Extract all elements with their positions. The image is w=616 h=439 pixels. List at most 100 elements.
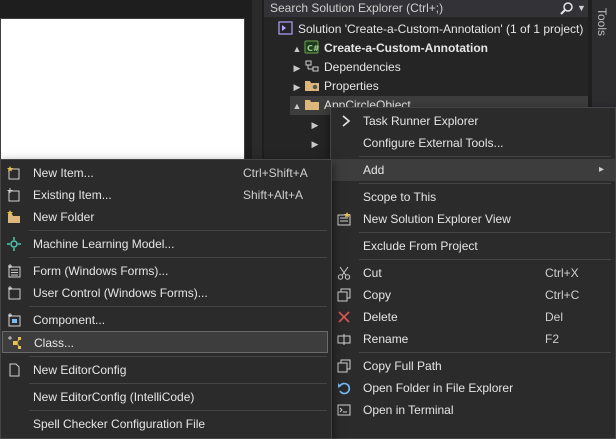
menu-item-label: Open Folder in File Explorer	[363, 381, 514, 395]
menu-item-label: Open in Terminal	[363, 403, 454, 417]
menu-item-shortcut: F2	[545, 332, 560, 346]
menu-item-label: New EditorConfig (IntelliCode)	[33, 390, 195, 404]
search-icon[interactable]	[560, 0, 574, 17]
menu-item-label: Class...	[34, 336, 75, 350]
editor-scrollbar[interactable]	[252, 0, 262, 160]
menu-item-label: Machine Learning Model...	[33, 237, 175, 251]
menu-item-shortcut: Shift+Alt+A	[243, 188, 304, 202]
submenu-arrow-icon: ▸	[599, 164, 605, 175]
solution-icon	[278, 21, 294, 35]
tree-node-properties[interactable]: ▶ Properties	[290, 77, 379, 96]
submenu-item-component[interactable]: Component...	[1, 309, 331, 331]
expander-icon[interactable]: ▶	[290, 78, 304, 97]
submenu-item-ml-model[interactable]: Machine Learning Model...	[1, 233, 331, 255]
menu-item-label: Rename	[363, 332, 409, 346]
menu-item-new-se-view[interactable]: New Solution Explorer View	[331, 208, 615, 230]
search-box[interactable]: Search Solution Explorer (Ctrl+;) ▼	[264, 0, 588, 17]
menu-item-scope-to-this[interactable]: Scope to This	[331, 186, 615, 208]
search-options-chevron-down-icon[interactable]: ▼	[577, 0, 586, 17]
menu-separator	[359, 259, 611, 260]
add-submenu: New Item... Ctrl+Shift+A Existing Item..…	[0, 159, 332, 439]
menu-item-label: Existing Item...	[33, 188, 112, 202]
submenu-item-form[interactable]: Form (Windows Forms)...	[1, 260, 331, 282]
menu-item-label: Delete	[363, 310, 398, 324]
menu-item-label: New EditorConfig	[33, 363, 127, 377]
menu-item-open-terminal[interactable]: Open in Terminal	[331, 399, 615, 421]
menu-item-shortcut: Ctrl+X	[545, 266, 579, 280]
submenu-item-user-control[interactable]: User Control (Windows Forms)...	[1, 282, 331, 304]
csharp-project-icon: C#	[304, 40, 320, 54]
menu-item-delete[interactable]: Delete Del	[331, 306, 615, 328]
tree-node-label: Properties	[324, 79, 379, 93]
folder-icon	[304, 97, 320, 111]
editor-document[interactable]	[0, 18, 245, 170]
menu-item-shortcut: Del	[545, 310, 564, 324]
tree-node-label: Solution 'Create-a-Custom-Annotation' (1…	[298, 22, 584, 36]
menu-item-exclude[interactable]: Exclude From Project	[331, 235, 615, 257]
menu-item-label: New Item...	[33, 166, 94, 180]
tree-node-collapsed[interactable]: ▶	[308, 134, 322, 153]
menu-separator	[29, 306, 327, 307]
menu-item-open-folder[interactable]: Open Folder in File Explorer	[331, 377, 615, 399]
menu-item-copy[interactable]: Copy Ctrl+C	[331, 284, 615, 306]
submenu-item-new-editorconfig-intellicode[interactable]: New EditorConfig (IntelliCode)	[1, 386, 331, 408]
submenu-item-new-item[interactable]: New Item... Ctrl+Shift+A	[1, 162, 331, 184]
new-folder-icon	[7, 210, 21, 224]
submenu-item-spell-checker[interactable]: Spell Checker Configuration File	[1, 413, 331, 435]
rename-icon	[337, 332, 351, 346]
tree-node-label: Dependencies	[324, 60, 401, 74]
submenu-item-new-editorconfig[interactable]: New EditorConfig	[1, 359, 331, 381]
menu-item-label: New Folder	[33, 210, 95, 224]
tree-node-project[interactable]: ▲ C# Create-a-Custom-Annotation	[290, 39, 488, 58]
menu-separator	[29, 410, 327, 411]
user-control-icon	[7, 286, 21, 300]
menu-item-label: Configure External Tools...	[363, 136, 504, 150]
menu-item-label: Scope to This	[363, 190, 437, 204]
menu-item-rename[interactable]: Rename F2	[331, 328, 615, 350]
expander-icon[interactable]: ▶	[308, 116, 322, 135]
expander-icon[interactable]: ▲	[290, 40, 304, 59]
menu-item-label: User Control (Windows Forms)...	[33, 286, 208, 300]
copy-icon	[337, 288, 351, 302]
menu-separator	[29, 257, 327, 258]
expander-icon[interactable]: ▶	[290, 59, 304, 78]
tree-node-solution[interactable]: Solution 'Create-a-Custom-Annotation' (1…	[278, 20, 583, 39]
submenu-item-class[interactable]: Class...	[2, 331, 328, 353]
tree-node-label: Create-a-Custom-Annotation	[324, 41, 488, 55]
menu-item-label: Spell Checker Configuration File	[33, 417, 206, 431]
expander-icon[interactable]: ▲	[290, 97, 304, 116]
component-icon	[7, 313, 21, 327]
menu-item-label: Copy	[363, 288, 392, 302]
expander-icon[interactable]: ▶	[308, 135, 322, 154]
ml-model-icon	[7, 237, 21, 251]
menu-item-shortcut: Ctrl+Shift+A	[243, 166, 308, 180]
menu-item-task-runner[interactable]: Task Runner Explorer	[331, 110, 615, 132]
menu-item-copy-full-path[interactable]: Copy Full Path	[331, 355, 615, 377]
menu-separator	[359, 352, 611, 353]
delete-icon	[337, 310, 351, 324]
class-icon	[8, 336, 22, 350]
menu-item-label: Cut	[363, 266, 382, 280]
tools-tab-label: Tools	[595, 8, 609, 37]
new-item-icon	[7, 166, 21, 180]
menu-item-configure-external-tools[interactable]: Configure External Tools...	[331, 132, 615, 154]
properties-folder-icon	[304, 78, 320, 92]
submenu-item-new-folder[interactable]: New Folder	[1, 206, 331, 228]
menu-item-label: Form (Windows Forms)...	[33, 264, 169, 278]
tree-node-collapsed[interactable]: ▶	[308, 115, 322, 134]
menu-item-shortcut: Ctrl+C	[545, 288, 580, 302]
context-menu: Task Runner Explorer Configure External …	[330, 107, 616, 439]
open-folder-icon	[337, 381, 351, 395]
tree-node-dependencies[interactable]: ▶ Dependencies	[290, 58, 401, 77]
menu-item-add[interactable]: Add ▸	[331, 159, 615, 181]
menu-item-label: New Solution Explorer View	[363, 212, 511, 226]
menu-separator	[359, 156, 611, 157]
form-icon	[7, 264, 21, 278]
menu-item-cut[interactable]: Cut Ctrl+X	[331, 262, 615, 284]
menu-item-label: Copy Full Path	[363, 359, 442, 373]
menu-item-label: Exclude From Project	[363, 239, 478, 253]
search-placeholder: Search Solution Explorer (Ctrl+;)	[270, 1, 444, 15]
menu-separator	[359, 183, 611, 184]
terminal-icon	[337, 403, 351, 417]
submenu-item-existing-item[interactable]: Existing Item... Shift+Alt+A	[1, 184, 331, 206]
